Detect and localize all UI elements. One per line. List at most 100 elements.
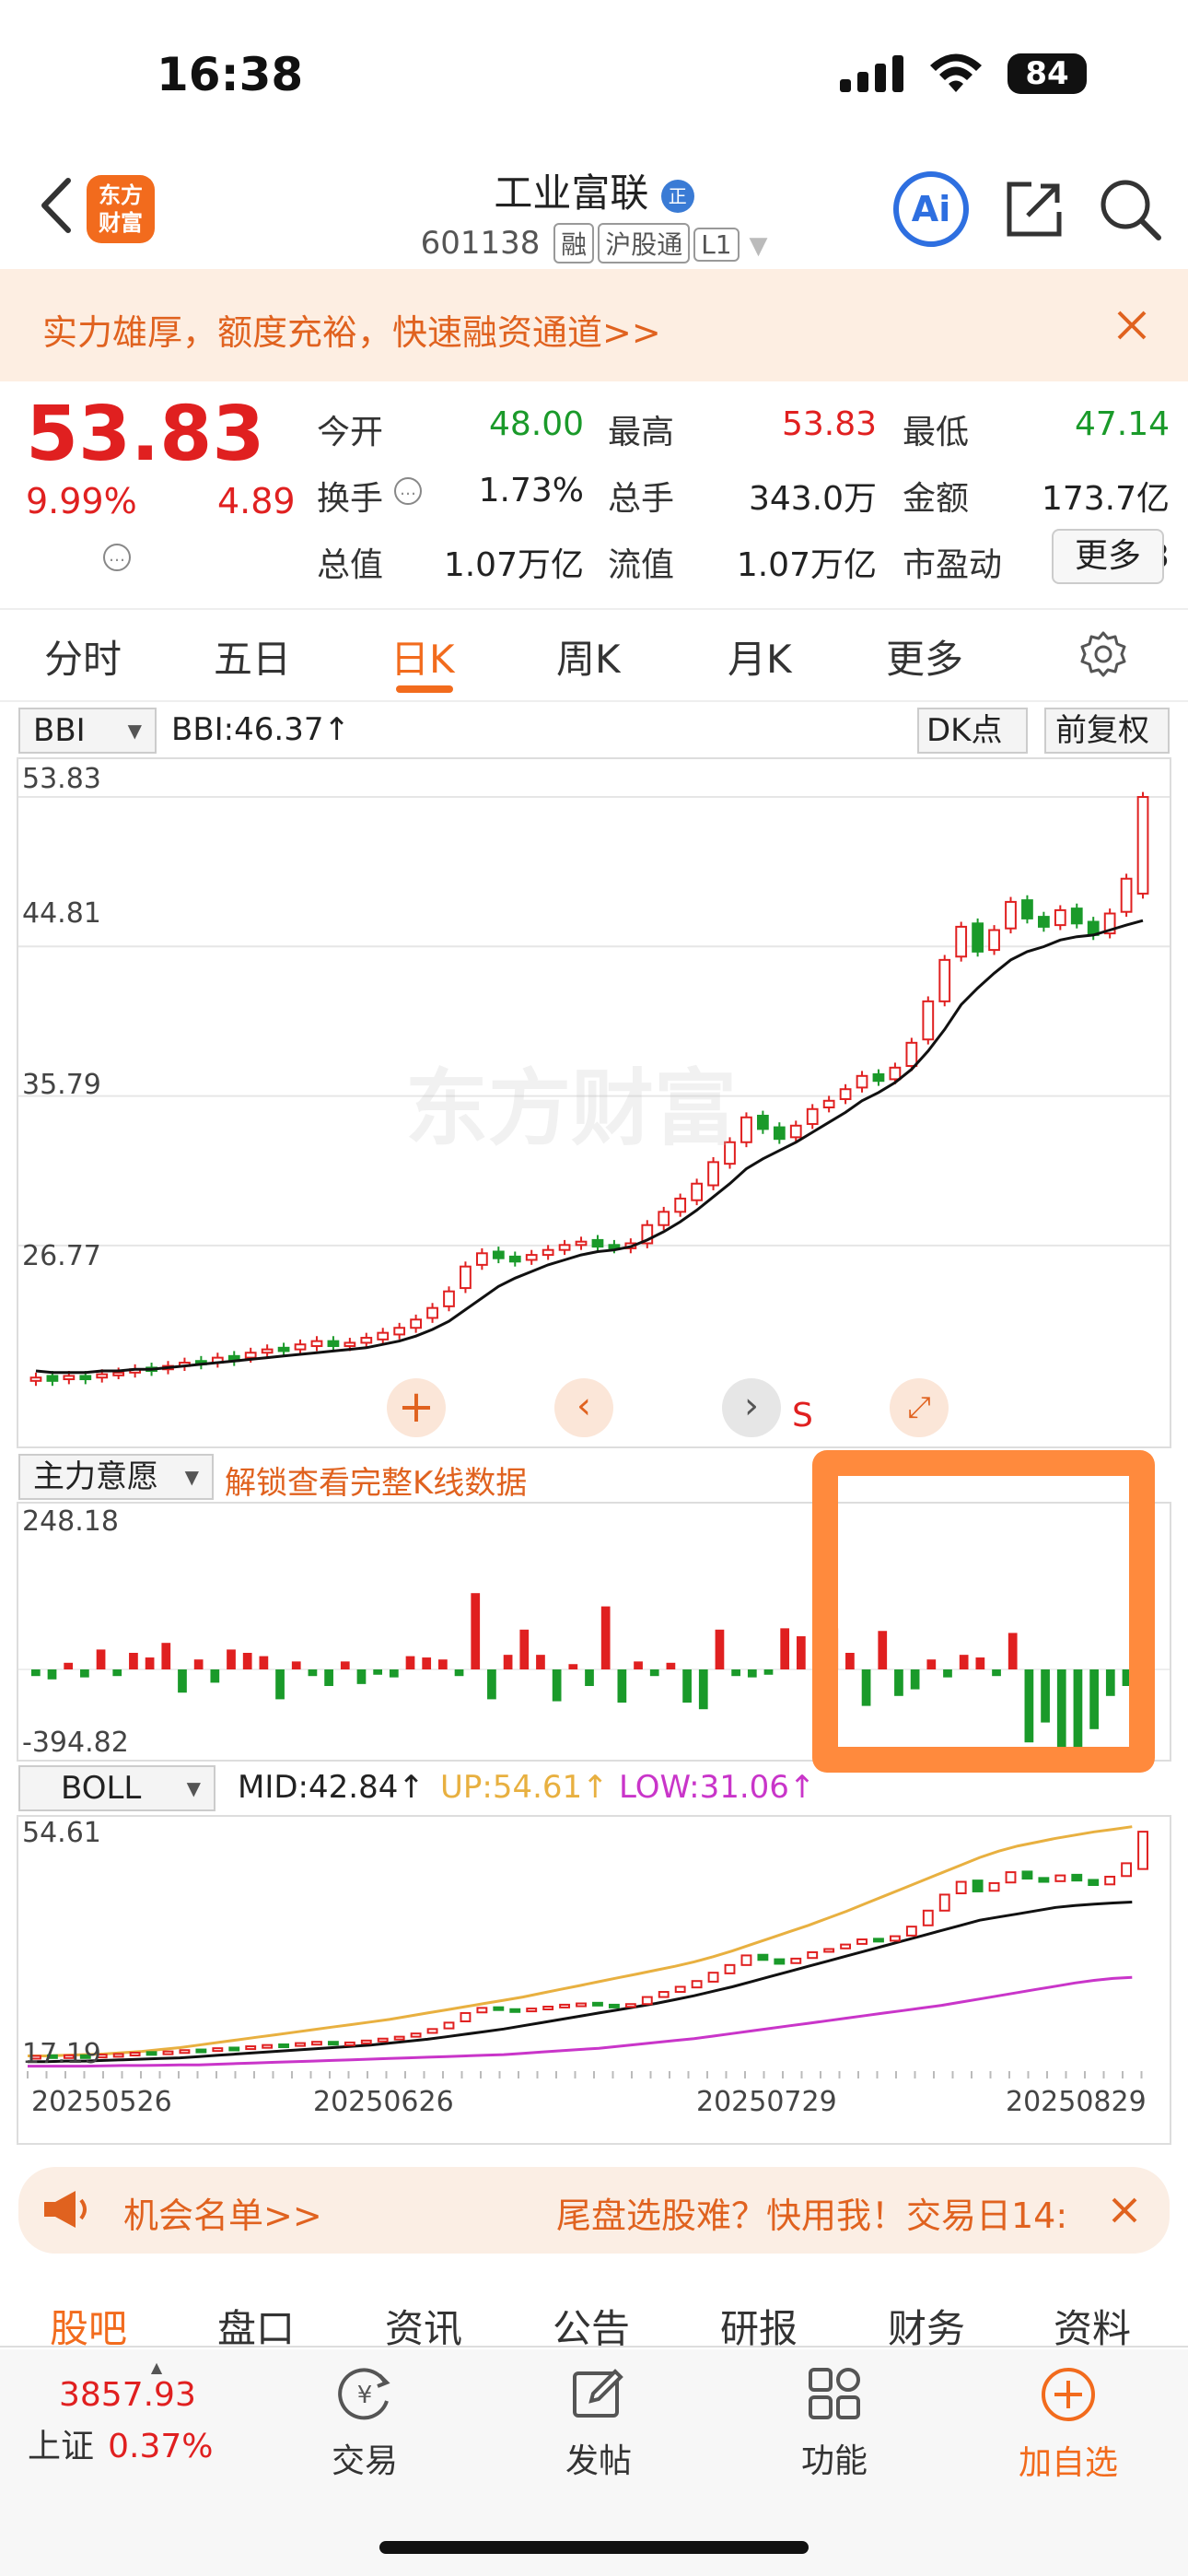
nav-functions[interactable]: 功能	[742, 2366, 926, 2482]
boll-candle	[1038, 1877, 1050, 1883]
boll-candle	[228, 2046, 240, 2052]
divider	[0, 608, 1188, 610]
search-icon[interactable]	[1098, 177, 1162, 241]
unlock-link[interactable]: 解锁查看完整K线数据	[225, 1458, 527, 1503]
sub-bar	[519, 1629, 530, 1669]
quote-label: 最高	[608, 414, 675, 451]
boll-candle	[245, 2045, 257, 2051]
sub-indicator-select[interactable]: 主力意愿 ▼	[18, 1454, 214, 1500]
close-icon[interactable]	[1116, 310, 1147, 341]
sub-bar	[666, 1662, 676, 1669]
candle-body	[872, 1073, 885, 1083]
fullscreen-button[interactable]: ⤢	[890, 1378, 949, 1437]
promo-banner-text[interactable]: 实力雄厚，额度充裕，快速融资通道>>	[42, 304, 661, 355]
settings-gear-icon[interactable]	[1079, 630, 1127, 678]
share-icon[interactable]	[1004, 179, 1065, 240]
boll-candle	[757, 1953, 769, 1961]
tab-4[interactable]: 月K	[728, 628, 792, 685]
sub-bar	[324, 1669, 333, 1686]
main-indicator-select[interactable]: BBI ▼	[18, 708, 157, 754]
dk-point-button[interactable]: DK点	[917, 708, 1028, 754]
boll-candle	[707, 1972, 719, 1983]
battery-icon: 84	[1007, 53, 1087, 94]
boll-candle	[146, 2051, 157, 2056]
boll-candle	[641, 1996, 653, 2006]
zoom-in-button[interactable]: +	[387, 1378, 446, 1437]
svg-text:¥: ¥	[357, 2382, 373, 2409]
index-widget[interactable]: ▲ 3857.93 上证 0.37%	[28, 2359, 249, 2467]
boll-candle	[162, 2050, 174, 2055]
sub-bar	[747, 1669, 757, 1678]
dropdown-triangle-icon: ▼	[749, 232, 768, 260]
candle-body	[393, 1327, 406, 1336]
sub-bar	[64, 1662, 74, 1669]
boll-candle	[1104, 1875, 1116, 1886]
adjust-button[interactable]: 前复权	[1044, 708, 1170, 754]
boll-candle	[1088, 1879, 1100, 1887]
boll-candle	[344, 2041, 355, 2046]
tab-0[interactable]: 分时	[44, 628, 122, 685]
sub-bar	[161, 1643, 171, 1669]
sub-bar	[210, 1669, 220, 1683]
candle-body	[955, 925, 968, 958]
boll-mid-line	[28, 1901, 1133, 2064]
candle-body	[1054, 908, 1066, 927]
candle-body	[1005, 900, 1017, 930]
candle-body	[1120, 877, 1133, 913]
more-quote-button[interactable]: 更多	[1052, 529, 1164, 584]
candle-body	[591, 1238, 604, 1248]
boll-candle	[129, 2052, 141, 2057]
tab-3[interactable]: 周K	[556, 628, 621, 685]
tab-1[interactable]: 五日	[214, 628, 291, 685]
boll-candle	[592, 2001, 603, 2007]
nav-trade[interactable]: ¥ 交易	[273, 2366, 457, 2482]
scroll-right-button[interactable]: ›	[722, 1378, 781, 1437]
info-icon[interactable]: …	[103, 544, 131, 571]
sub-bar	[373, 1669, 383, 1675]
boll-indicator-select[interactable]: BOLL ▼	[18, 1765, 215, 1811]
candle-body	[789, 1124, 802, 1139]
sub-bar	[454, 1669, 464, 1677]
nav-post[interactable]: 发帖	[507, 2366, 691, 2482]
tag-connect: 沪股通	[598, 223, 691, 263]
scroll-left-button[interactable]: ‹	[554, 1378, 613, 1437]
quote-label: 金额	[903, 480, 970, 518]
nav-add-watchlist[interactable]: 加自选	[976, 2366, 1160, 2484]
boll-candle	[1021, 1870, 1033, 1880]
candle-body	[806, 1107, 819, 1125]
scrolling-notice[interactable]: 尾盘选股难？快用我！交易日14:	[556, 2187, 1067, 2238]
ai-button[interactable]: Ai	[893, 171, 969, 247]
opportunity-list-link[interactable]: 机会名单>>	[123, 2187, 322, 2238]
candle-body	[1021, 899, 1033, 919]
sub-bar	[145, 1657, 155, 1669]
info-icon[interactable]: …	[394, 477, 422, 505]
sub-bar	[193, 1659, 204, 1669]
quote-label: 换手	[317, 480, 384, 518]
edit-icon	[573, 2369, 623, 2418]
boll-candle	[212, 2047, 224, 2053]
date-label-4: 20250829	[1006, 2086, 1147, 2118]
y-label-3: 35.79	[22, 1069, 101, 1101]
index-name: 上证	[28, 2428, 95, 2465]
candle-body	[443, 1290, 455, 1307]
candle-body	[988, 929, 1000, 952]
sub-bar	[340, 1661, 350, 1669]
boll-candle	[195, 2048, 207, 2054]
boll-chart[interactable]	[18, 1817, 1170, 2078]
sub-bar	[112, 1669, 122, 1677]
y-label-4: 26.77	[22, 1240, 101, 1272]
candle-body	[773, 1126, 786, 1141]
sub-bar	[600, 1606, 611, 1669]
sub-bar	[731, 1669, 740, 1677]
quote-label: 总值	[317, 546, 384, 584]
boll-candle	[410, 2032, 422, 2038]
sub-y-min: -394.82	[22, 1727, 129, 1759]
candle-body	[691, 1182, 703, 1201]
close-icon[interactable]	[1111, 2196, 1138, 2224]
date-label-1: 20250526	[31, 2086, 172, 2118]
tab-5[interactable]: 更多	[886, 628, 963, 685]
candle-body	[360, 1337, 373, 1344]
boll-candle	[691, 1980, 703, 1989]
y-label-2: 44.81	[22, 897, 101, 930]
tab-2[interactable]: 日K	[390, 628, 455, 685]
